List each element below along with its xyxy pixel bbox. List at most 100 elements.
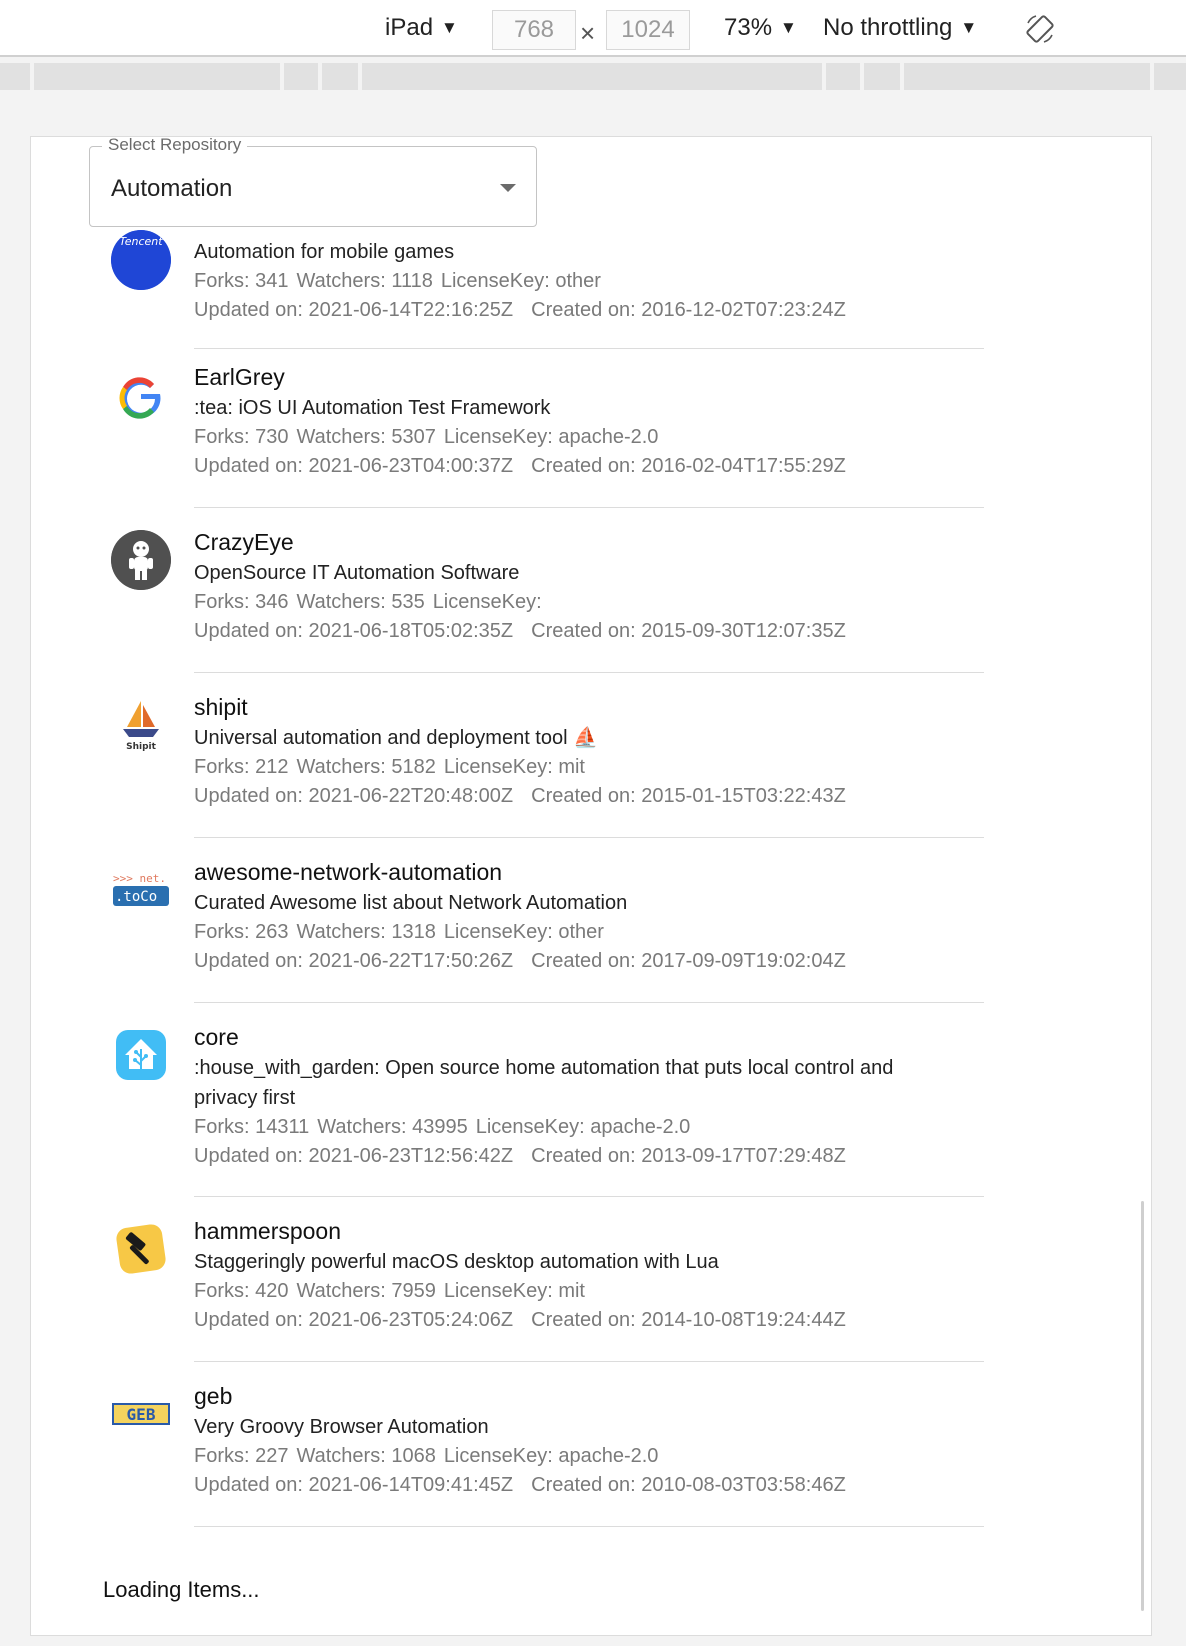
repo-dates: Updated on: 2021-06-23T04:00:37Z Created …	[194, 452, 954, 481]
repo-watchers: Watchers: 5182	[296, 756, 436, 778]
ruler-segment[interactable]	[826, 63, 860, 90]
geb-logo-text: GEB	[127, 1405, 156, 1424]
repo-name[interactable]: core	[194, 1022, 954, 1053]
repo-updated: Updated on: 2021-06-23T12:56:42Z	[194, 1145, 514, 1167]
repository-select[interactable]: Select Repository Automation	[89, 137, 537, 227]
repo-watchers: Watchers: 43995	[317, 1116, 468, 1138]
zoom-caret-icon: ▼	[780, 18, 797, 37]
repo-forks: Forks: 14311	[194, 1116, 310, 1138]
repository-select-label: Select Repository	[102, 137, 248, 155]
ruler-segment[interactable]	[34, 63, 280, 90]
ruler-segment[interactable]	[284, 63, 318, 90]
repo-created: Created on: 2016-12-02T07:23:24Z	[531, 299, 846, 321]
repo-forks: Forks: 263	[194, 921, 289, 943]
netoconf-logo-icon: >>> net. .toCo	[111, 860, 171, 920]
viewport-height-input[interactable]: 1024	[606, 10, 690, 50]
repo-license: LicenseKey: mit	[443, 756, 585, 778]
repo-name[interactable]: geb	[194, 1381, 954, 1412]
dimension-separator-icon: ×	[580, 18, 596, 48]
repo-name[interactable]: EarlGrey	[194, 362, 954, 393]
list-divider	[194, 1526, 984, 1527]
repo-updated: Updated on: 2021-06-22T17:50:26Z	[194, 950, 514, 972]
list-divider	[194, 1196, 984, 1197]
dropdown-arrow-icon[interactable]	[500, 184, 516, 192]
sailboat-logo-icon: Shipit	[111, 695, 171, 755]
repo-updated: Updated on: 2021-06-18T05:02:35Z	[194, 620, 514, 642]
google-logo-icon	[111, 368, 171, 428]
repo-license: LicenseKey: other	[443, 921, 604, 943]
repo-license: LicenseKey:	[432, 591, 542, 613]
repo-dates: Updated on: 2021-06-14T09:41:45Z Created …	[194, 1471, 954, 1500]
list-divider	[194, 1361, 984, 1362]
repo-watchers: Watchers: 1068	[296, 1445, 436, 1467]
repo-description: Automation for mobile games	[194, 241, 455, 263]
zoom-select[interactable]: 73% ▼	[724, 14, 797, 42]
throttling-select[interactable]: No throttling ▼	[823, 14, 977, 42]
netoconf-logo-text-top: >>> net.	[113, 872, 166, 885]
zoom-select-label: 73%	[724, 14, 773, 41]
repo-updated: Updated on: 2021-06-23T05:24:06Z	[194, 1309, 514, 1331]
repo-description: Curated Awesome list about Network Autom…	[194, 892, 628, 914]
repo-stats: Forks: 341 Watchers: 1118 LicenseKey: othe…	[194, 267, 954, 296]
rotate-icon[interactable]	[1024, 13, 1056, 45]
repo-dates: Updated on: 2021-06-18T05:02:35Z Created …	[194, 617, 954, 646]
repo-stats: Forks: 14311 Watchers: 43995 LicenseKey: a…	[194, 1113, 954, 1142]
repo-watchers: Watchers: 1318	[296, 921, 436, 943]
repo-dates: Updated on: 2021-06-23T12:56:42Z Created …	[194, 1142, 954, 1171]
repo-forks: Forks: 730	[194, 426, 289, 448]
ruler-segment[interactable]	[1154, 63, 1186, 90]
repo-stats: Forks: 420 Watchers: 7959 LicenseKey: mit	[194, 1277, 954, 1306]
repo-name[interactable]: hammerspoon	[194, 1216, 954, 1247]
repo-stats: Forks: 212 Watchers: 5182 LicenseKey: mit	[194, 753, 954, 782]
repo-stats: Forks: 730 Watchers: 5307 LicenseKey: apac…	[194, 423, 954, 452]
repo-license: LicenseKey: apache-2.0	[443, 1445, 659, 1467]
repo-stats: Forks: 346 Watchers: 535 LicenseKey:	[194, 588, 954, 617]
repo-name[interactable]: shipit	[194, 692, 954, 723]
repo-watchers: Watchers: 7959	[296, 1280, 436, 1302]
repo-created: Created on: 2015-09-30T12:07:35Z	[531, 620, 846, 642]
repository-select-value: Automation	[111, 175, 233, 202]
ruler-segment[interactable]	[864, 63, 900, 90]
media-query-ruler	[0, 59, 1186, 93]
throttling-caret-icon: ▼	[960, 18, 978, 37]
hammer-logo-icon	[111, 1219, 171, 1279]
repo-license: LicenseKey: mit	[443, 1280, 585, 1302]
repo-forks: Forks: 341	[194, 270, 289, 292]
repo-dates: Updated on: 2021-06-22T17:50:26Z Created …	[194, 947, 954, 976]
repo-license: LicenseKey: apache-2.0	[443, 426, 659, 448]
loading-indicator: Loading Items...	[103, 1577, 260, 1602]
home-assistant-logo-icon	[111, 1025, 171, 1085]
repo-watchers: Watchers: 1118	[296, 270, 433, 292]
repo-dates: Updated on: 2021-06-22T20:48:00Z Created …	[194, 782, 954, 811]
scrollbar[interactable]	[1141, 1201, 1144, 1611]
ruler-segment[interactable]	[0, 63, 30, 90]
ruler-segment[interactable]	[322, 63, 358, 90]
person-silhouette-icon	[111, 530, 171, 590]
repo-forks: Forks: 346	[194, 591, 289, 613]
tencent-logo-icon: Tencent	[111, 230, 171, 290]
repo-name[interactable]: CrazyEye	[194, 527, 954, 558]
shipit-logo-text: Shipit	[126, 742, 157, 752]
ruler-segment[interactable]	[904, 63, 1150, 90]
geb-logo-icon: GEB	[111, 1384, 171, 1444]
repo-watchers: Watchers: 5307	[296, 426, 436, 448]
list-divider	[194, 1002, 984, 1003]
repo-description: :tea: iOS UI Automation Test Framework	[194, 397, 551, 419]
netoconf-logo-text-bottom: .toCo	[115, 889, 157, 905]
list-divider	[194, 672, 984, 673]
list-divider	[194, 837, 984, 838]
repo-description: OpenSource IT Automation Software	[194, 562, 520, 584]
ruler-segment[interactable]	[362, 63, 822, 90]
viewport-width-input[interactable]: 768	[492, 10, 576, 50]
repo-watchers: Watchers: 535	[296, 591, 425, 613]
device-select[interactable]: iPad ▼	[385, 14, 458, 42]
repo-forks: Forks: 420	[194, 1280, 289, 1302]
repo-name[interactable]: awesome-network-automation	[194, 857, 954, 888]
device-caret-icon: ▼	[441, 18, 458, 37]
repo-updated: Updated on: 2021-06-22T20:48:00Z	[194, 785, 514, 807]
repo-stats: Forks: 263 Watchers: 1318 LicenseKey: othe…	[194, 918, 954, 947]
repo-license: LicenseKey: apache-2.0	[475, 1116, 691, 1138]
repo-created: Created on: 2010-08-03T03:58:46Z	[531, 1474, 846, 1496]
repo-created: Created on: 2014-10-08T19:24:44Z	[531, 1309, 846, 1331]
repo-license: LicenseKey: other	[440, 270, 601, 292]
